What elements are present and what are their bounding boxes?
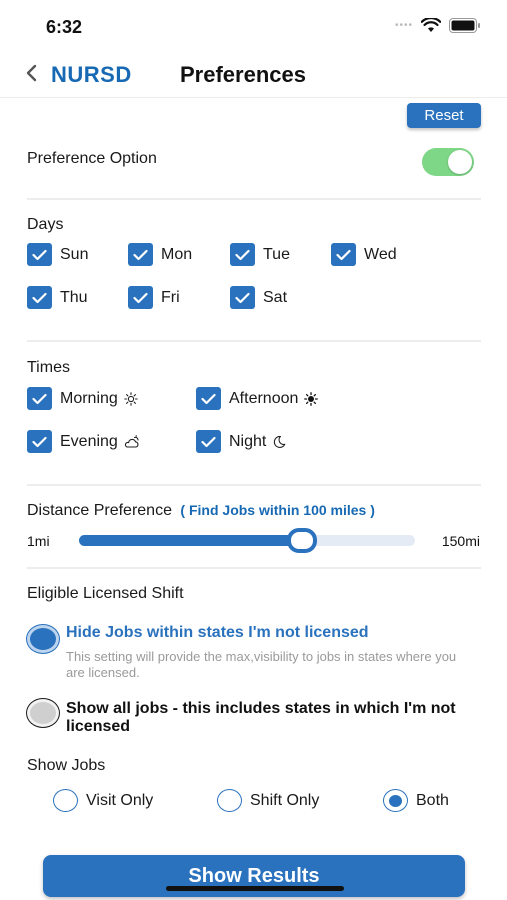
toggle-knob bbox=[448, 150, 472, 174]
day-checkbox-tue[interactable]: Tue bbox=[230, 243, 290, 266]
day-label: Sat bbox=[263, 288, 288, 306]
status-icons: •••• bbox=[395, 18, 481, 33]
radio-label: Both bbox=[416, 791, 449, 809]
radio-hide-jobs[interactable] bbox=[27, 625, 59, 653]
day-checkbox-mon[interactable]: Mon bbox=[128, 243, 192, 266]
brand-logo[interactable]: NURSD bbox=[51, 62, 132, 88]
checkbox-checked-icon bbox=[27, 387, 52, 410]
divider bbox=[27, 484, 481, 486]
divider bbox=[27, 567, 481, 569]
distance-slider[interactable] bbox=[79, 528, 415, 553]
show-jobs-visit-only[interactable]: Visit Only bbox=[53, 789, 153, 812]
divider bbox=[27, 198, 481, 200]
distance-max-label: 150mi bbox=[441, 533, 480, 549]
status-bar: 6:32 •••• bbox=[0, 0, 507, 50]
distance-min-label: 1mi bbox=[27, 533, 50, 549]
checkbox-checked-icon bbox=[27, 243, 52, 266]
moon-icon bbox=[272, 435, 286, 449]
distance-preference-label: Distance Preference bbox=[27, 502, 172, 519]
hide-jobs-option-title[interactable]: Hide Jobs within states I'm not licensed bbox=[66, 624, 369, 642]
licensed-shift-label: Eligible Licensed Shift bbox=[27, 585, 184, 602]
day-label: Mon bbox=[161, 245, 193, 263]
day-label: Tue bbox=[263, 245, 290, 263]
checkbox-checked-icon bbox=[128, 243, 153, 266]
checkbox-checked-icon bbox=[128, 286, 153, 309]
checkbox-checked-icon bbox=[196, 387, 221, 410]
home-indicator bbox=[166, 886, 344, 891]
back-chevron-icon[interactable] bbox=[22, 62, 44, 84]
sun-outline-icon bbox=[124, 391, 138, 406]
show-jobs-shift-only[interactable]: Shift Only bbox=[217, 789, 319, 812]
day-checkbox-sat[interactable]: Sat bbox=[230, 286, 287, 309]
show-jobs-label: Show Jobs bbox=[27, 757, 106, 774]
radio-unselected-icon bbox=[53, 789, 78, 812]
day-checkbox-sun[interactable]: Sun bbox=[27, 243, 88, 266]
day-checkbox-thu[interactable]: Thu bbox=[27, 286, 88, 309]
hide-jobs-option-description: This setting will provide the max,visibi… bbox=[66, 649, 457, 680]
navigation-bar: NURSD Preferences bbox=[0, 52, 507, 98]
checkbox-checked-icon bbox=[331, 243, 356, 266]
day-label: Wed bbox=[364, 245, 397, 263]
radio-dot bbox=[389, 794, 402, 807]
days-label: Days bbox=[27, 216, 64, 233]
page-title: Preferences bbox=[180, 62, 306, 87]
radio-show-all-jobs[interactable] bbox=[27, 699, 59, 727]
day-label: Sun bbox=[60, 245, 89, 263]
preference-option-toggle[interactable] bbox=[422, 148, 474, 176]
time-checkbox-night[interactable]: Night bbox=[196, 430, 286, 453]
day-label: Fri bbox=[161, 288, 180, 306]
checkbox-checked-icon bbox=[27, 430, 52, 453]
time-label: Morning bbox=[60, 389, 118, 407]
cloud-sun-icon bbox=[124, 434, 140, 449]
preference-option-row: Preference Option bbox=[27, 148, 481, 176]
day-label: Thu bbox=[60, 288, 88, 306]
day-checkbox-wed[interactable]: Wed bbox=[331, 243, 397, 266]
status-time: 6:32 bbox=[46, 17, 83, 37]
radio-selected-icon bbox=[383, 789, 408, 812]
time-checkbox-morning[interactable]: Morning bbox=[27, 387, 138, 410]
checkbox-checked-icon bbox=[230, 286, 255, 309]
time-checkbox-evening[interactable]: Evening bbox=[27, 430, 140, 453]
distance-preference-row: Distance Preference ( Find Jobs within 1… bbox=[27, 502, 375, 520]
times-label: Times bbox=[27, 359, 70, 376]
reset-button[interactable]: Reset bbox=[407, 103, 481, 128]
radio-label: Visit Only bbox=[86, 791, 154, 809]
day-checkbox-fri[interactable]: Fri bbox=[128, 286, 180, 309]
checkbox-checked-icon bbox=[196, 430, 221, 453]
slider-fill bbox=[79, 535, 302, 546]
preference-option-label: Preference Option bbox=[27, 150, 157, 167]
radio-label: Shift Only bbox=[250, 791, 320, 809]
slider-thumb[interactable] bbox=[287, 528, 317, 553]
wifi-icon bbox=[421, 18, 441, 32]
time-label: Afternoon bbox=[229, 389, 299, 407]
sun-filled-icon bbox=[304, 391, 319, 406]
divider bbox=[27, 340, 481, 342]
distance-hint: ( Find Jobs within 100 miles ) bbox=[180, 502, 375, 518]
checkbox-checked-icon bbox=[27, 286, 52, 309]
show-all-jobs-option-title[interactable]: Show all jobs - this includes states in … bbox=[66, 700, 486, 736]
time-label: Evening bbox=[60, 432, 118, 450]
time-label: Night bbox=[229, 432, 267, 450]
time-checkbox-afternoon[interactable]: Afternoon bbox=[196, 387, 319, 410]
checkbox-checked-icon bbox=[230, 243, 255, 266]
signal-dots-icon: •••• bbox=[394, 20, 413, 31]
battery-icon bbox=[449, 18, 480, 33]
radio-unselected-icon bbox=[217, 789, 242, 812]
show-jobs-both[interactable]: Both bbox=[383, 789, 449, 812]
